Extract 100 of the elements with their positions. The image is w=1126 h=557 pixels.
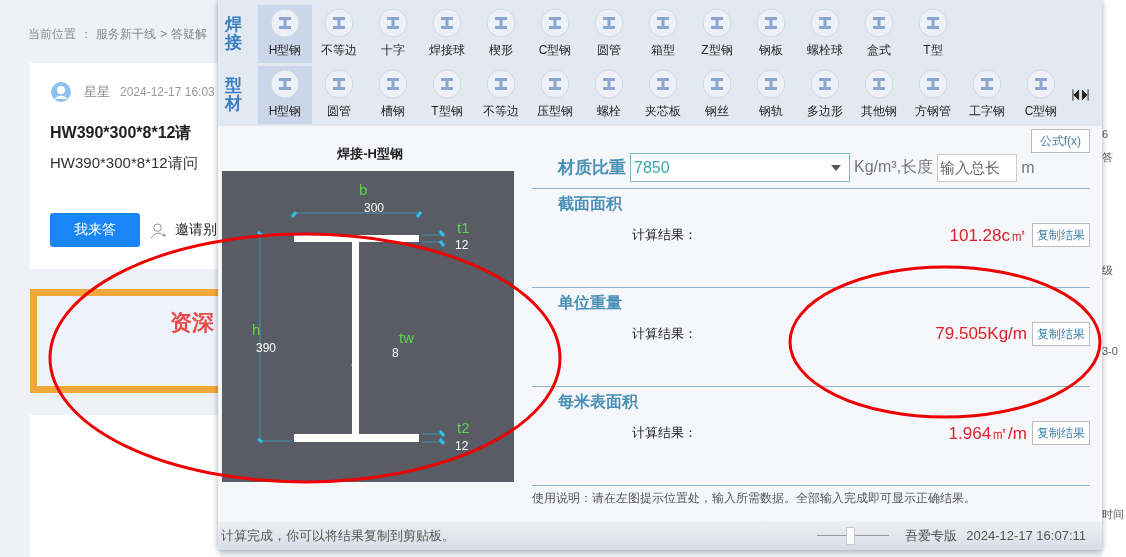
side-text: 3-0	[1102, 345, 1118, 357]
profile-tool[interactable]: 不等边	[312, 4, 366, 63]
dimension-value[interactable]: 12	[455, 238, 469, 252]
profile-icon	[648, 69, 678, 99]
result-value: 101.28c㎡	[949, 224, 1027, 247]
density-unit: Kg/m³,长度	[854, 157, 934, 177]
profile-icon	[432, 69, 462, 99]
status-datetime: 2024-12-17 16:07:11	[966, 528, 1086, 543]
dimension-symbol: tw	[399, 329, 414, 346]
profile-tool[interactable]: 工字钢	[960, 65, 1014, 124]
profile-icon	[918, 69, 948, 99]
profile-icon	[810, 69, 840, 99]
profile-tool[interactable]: 箱型	[636, 4, 690, 63]
result-label: 计算结果：	[632, 424, 697, 442]
profile-tool[interactable]: 盒式	[852, 4, 906, 63]
caret-icon	[831, 164, 841, 171]
profile-tool[interactable]: 钢丝	[690, 65, 744, 124]
dimension-value[interactable]: 300	[364, 201, 385, 215]
copy-result-button[interactable]: 复制结果	[1032, 223, 1090, 247]
section-title: 单位重量	[558, 293, 623, 313]
profile-icon	[540, 69, 570, 99]
section-title: 截面面积	[558, 194, 623, 214]
profile-icon	[1026, 69, 1056, 99]
profile-tool[interactable]: Z型钢	[690, 4, 744, 63]
profile-icon	[270, 8, 300, 38]
profile-tool[interactable]: 楔形	[474, 4, 528, 63]
profile-tool[interactable]: 多边形	[798, 65, 852, 124]
profile-tool[interactable]: 压型钢	[528, 65, 582, 124]
profile-icon	[756, 8, 786, 38]
profile-icon	[756, 69, 786, 99]
invite-link[interactable]: 邀请别	[175, 221, 217, 239]
post-time: 2024-12-17 16:03	[120, 85, 215, 99]
banner-headline: 资深	[170, 310, 214, 335]
profile-icon	[594, 69, 624, 99]
profile-icon	[864, 8, 894, 38]
dimension-value[interactable]: 12	[455, 439, 469, 453]
question-title: HW390*300*8*12请	[50, 123, 193, 143]
usage-note: 使用说明：请在左图提示位置处，输入所需数据。全部输入完成即可显示正确结果。	[532, 490, 977, 507]
dimension-symbol: b	[359, 181, 368, 198]
profile-icon	[864, 69, 894, 99]
dimension-symbol: t2	[457, 419, 470, 436]
answer-button[interactable]: 我来答	[50, 213, 140, 247]
profile-tool[interactable]: 螺栓球	[798, 4, 852, 63]
profile-icon	[810, 8, 840, 38]
profile-icon	[324, 8, 354, 38]
profile-tool[interactable]: H型钢	[258, 4, 312, 63]
profile-icon	[324, 69, 354, 99]
user-name[interactable]: 星星	[84, 83, 110, 101]
profile-icon	[378, 69, 408, 99]
side-text: 级	[1102, 263, 1113, 278]
section-title: 每米表面积	[558, 392, 639, 412]
profile-tool[interactable]: 圆管	[312, 65, 366, 124]
profile-tool[interactable]: 其他钢	[852, 65, 906, 124]
group-label: 型材	[225, 76, 242, 113]
profile-icon	[918, 8, 948, 38]
profile-tool[interactable]: C型钢	[528, 4, 582, 63]
group-label: 焊接	[225, 15, 242, 52]
profile-tool[interactable]: T型钢	[420, 65, 474, 124]
dimension-value[interactable]: 8	[392, 346, 399, 360]
result-value: 1.964㎡/m	[948, 422, 1027, 445]
profile-tool[interactable]: 钢轨	[744, 65, 798, 124]
side-text: 6	[1102, 128, 1109, 140]
side-text: 时间	[1102, 507, 1124, 522]
profile-tool[interactable]: 不等边	[474, 65, 528, 124]
result-label: 计算结果：	[632, 226, 697, 244]
length-input[interactable]: 输入总长	[937, 153, 1018, 182]
result-value: 79.505Kg/m	[935, 324, 1027, 344]
profile-icon	[594, 8, 624, 38]
profile-tool[interactable]: 钢板	[744, 4, 798, 63]
dimension-symbol: h	[252, 321, 261, 338]
profile-tool[interactable]: C型钢	[1014, 65, 1068, 124]
profile-tool[interactable]: 焊接球	[420, 4, 474, 63]
profile-tool[interactable]: 方钢管	[906, 65, 960, 124]
profile-icon	[378, 8, 408, 38]
profile-tool[interactable]: H型钢	[258, 65, 312, 124]
profile-icon	[486, 8, 516, 38]
slider-thumb[interactable]	[846, 526, 856, 545]
avatar-icon	[50, 81, 72, 103]
profile-icon	[270, 69, 300, 99]
profile-tool[interactable]: 槽钢	[366, 65, 420, 124]
profile-tool[interactable]: 圆管	[582, 4, 636, 63]
material-label: 材质比重	[558, 157, 626, 179]
profile-icon	[702, 69, 732, 99]
profile-icon	[432, 8, 462, 38]
profile-icon	[540, 8, 570, 38]
profile-icon	[972, 69, 1002, 99]
profile-tool[interactable]: T型	[906, 4, 960, 63]
scroll-arrows-icon[interactable]	[1072, 87, 1089, 102]
formula-button[interactable]: 公式f(x)	[1030, 129, 1090, 153]
diagram-title: 焊接-H型钢	[336, 145, 404, 163]
copy-result-button[interactable]: 复制结果	[1032, 421, 1090, 445]
question-text: HW390*300*8*12请问	[50, 154, 199, 173]
copy-result-button[interactable]: 复制结果	[1032, 322, 1090, 346]
profile-tool[interactable]: 螺栓	[582, 65, 636, 124]
side-text: 答	[1102, 150, 1113, 165]
profile-tool[interactable]: 十字	[366, 4, 420, 63]
profile-icon	[486, 69, 516, 99]
profile-icon	[702, 8, 732, 38]
profile-tool[interactable]: 夹芯板	[636, 65, 690, 124]
dimension-value[interactable]: 390	[256, 341, 277, 355]
